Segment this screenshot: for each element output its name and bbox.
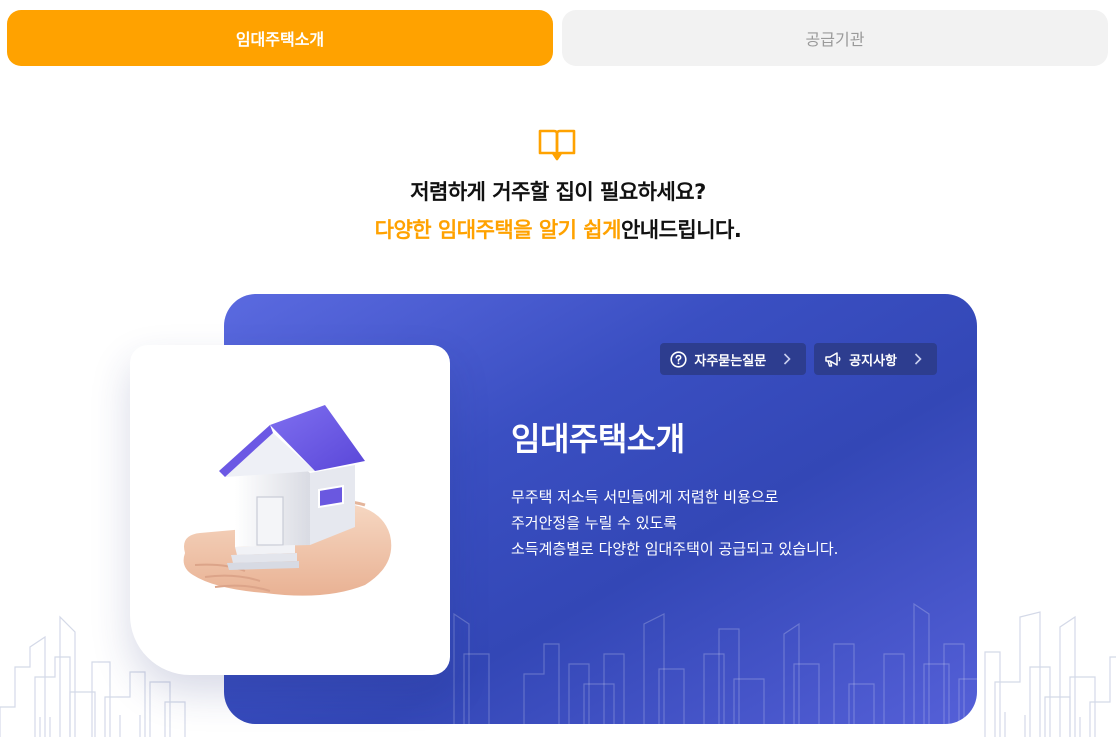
description-line: 무주택 저소득 서민들에게 저렴한 비용으로 [511,488,779,506]
house-in-hand-illustration [183,405,392,596]
page: 임대주택소개 공급기관 저렴하게 거주할 집이 필요하세요? 다양한 임대주택을… [0,0,1116,737]
faq-label: 자주묻는질문 [694,353,767,369]
illustration-card [130,345,450,675]
headline-highlight: 다양한 임대주택을 알기 쉽게 [374,218,622,242]
megaphone-icon [825,351,841,367]
headline: 저렴하게 거주할 집이 필요하세요? 다양한 임대주택을 알기 쉽게안내드립니다… [0,176,1116,244]
faq-button[interactable]: 자주묻는질문 [660,343,807,375]
book-icon [538,129,576,161]
chevron-right-icon [784,353,791,365]
card-description: 무주택 저소득 서민들에게 저렴한 비용으로 주거안정을 누릴 수 있도록 소득… [511,484,838,562]
card-title: 임대주택소개 [511,420,685,458]
tab-supply-agency[interactable]: 공급기관 [562,10,1108,66]
headline-rest: 안내드립니다. [620,218,742,242]
tab-rental-housing-intro[interactable]: 임대주택소개 [7,10,553,66]
chevron-right-icon [914,353,922,365]
notice-label: 공지사항 [849,353,897,369]
headline-line2: 다양한 임대주택을 알기 쉽게안내드립니다. [0,214,1116,244]
headline-line1: 저렴하게 거주할 집이 필요하세요? [410,180,706,204]
description-line: 소득계층별로 다양한 임대주택이 공급되고 있습니다. [511,540,839,558]
card-actions: 자주묻는질문 공지사항 [660,343,937,375]
question-circle-icon [670,350,687,368]
notice-button[interactable]: 공지사항 [814,343,937,375]
description-line: 주거안정을 누릴 수 있도록 [511,514,678,532]
tab-bar: 임대주택소개 공급기관 [7,10,1108,66]
